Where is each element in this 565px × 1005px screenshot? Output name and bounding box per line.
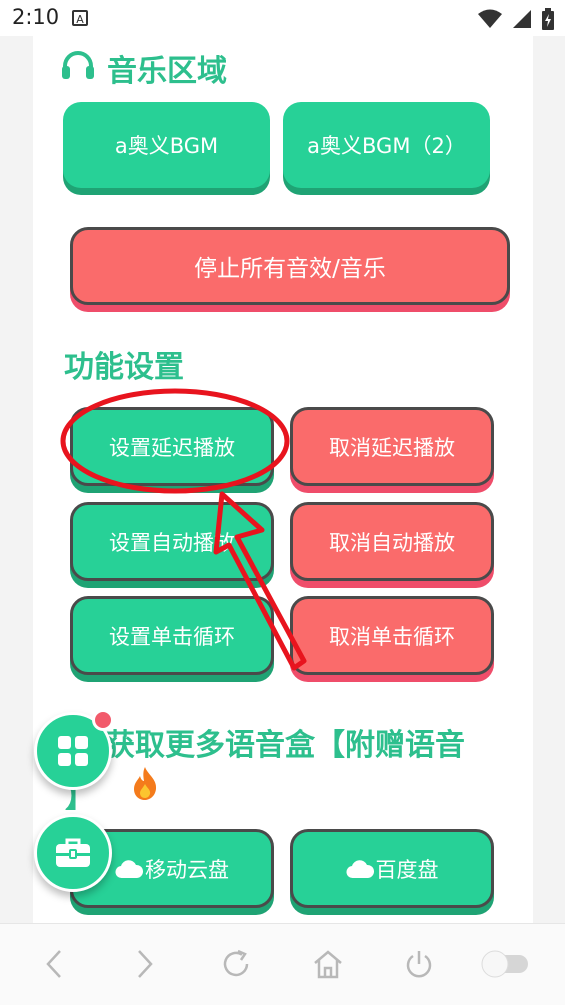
back-button[interactable] bbox=[36, 946, 72, 982]
grid-icon bbox=[58, 736, 88, 766]
baidu-pan-label: 百度盘 bbox=[375, 857, 439, 882]
music-section-title: 音乐区域 bbox=[107, 54, 227, 89]
forward-button[interactable] bbox=[127, 946, 163, 982]
page-margin-right bbox=[533, 36, 565, 923]
notification-dot bbox=[92, 709, 114, 731]
bgm-2-button[interactable]: a奥义BGM（2） bbox=[283, 102, 490, 188]
refresh-icon bbox=[223, 949, 249, 977]
signal-icon bbox=[512, 10, 531, 28]
cancel-delay-play-button[interactable]: 取消延迟播放 bbox=[290, 407, 494, 486]
cloud-icon bbox=[346, 859, 374, 878]
notification-a-icon: A bbox=[72, 10, 88, 26]
settings-section-title: 功能设置 bbox=[64, 350, 184, 385]
fire-icon bbox=[134, 767, 157, 800]
set-auto-play-button[interactable]: 设置自动播放 bbox=[70, 502, 274, 581]
wifi-icon bbox=[477, 9, 502, 28]
headphones-icon bbox=[62, 51, 94, 79]
set-click-loop-button[interactable]: 设置单击循环 bbox=[70, 596, 274, 675]
status-time: 2:10 bbox=[12, 5, 60, 29]
power-icon bbox=[406, 951, 432, 978]
cancel-auto-play-button[interactable]: 取消自动播放 bbox=[290, 502, 494, 581]
power-button[interactable] bbox=[401, 946, 437, 982]
status-icons bbox=[473, 8, 555, 30]
mobile-cloud-label: 移动云盘 bbox=[145, 857, 229, 882]
set-delay-play-button[interactable]: 设置延迟播放 bbox=[70, 407, 274, 486]
battery-icon bbox=[542, 8, 554, 30]
stop-all-button[interactable]: 停止所有音效/音乐 bbox=[70, 227, 510, 305]
refresh-button[interactable] bbox=[218, 946, 254, 982]
toolbox-fab[interactable] bbox=[34, 814, 112, 892]
content-area[interactable]: 音乐区域 a奥义BGM a奥义BGM（2） 停止所有音效/音乐 功能设置 设置延… bbox=[33, 36, 533, 923]
mode-toggle[interactable] bbox=[480, 946, 532, 982]
home-icon bbox=[314, 950, 342, 979]
page-margin-left bbox=[0, 36, 33, 923]
toggle-icon bbox=[481, 950, 528, 978]
cloud-icon bbox=[115, 859, 143, 878]
back-icon bbox=[46, 950, 61, 978]
baidu-pan-button[interactable]: 百度盘 bbox=[290, 829, 494, 908]
status-bar: 2:10 A bbox=[0, 0, 565, 36]
cancel-click-loop-button[interactable]: 取消单击循环 bbox=[290, 596, 494, 675]
more-section-title: 获取更多语音盒【附赠语音 bbox=[105, 728, 465, 763]
home-button[interactable] bbox=[310, 946, 346, 982]
forward-icon bbox=[138, 950, 153, 978]
bgm-1-button[interactable]: a奥义BGM bbox=[63, 102, 270, 188]
toolbox-icon bbox=[56, 838, 90, 867]
browser-nav-bar bbox=[0, 923, 565, 1005]
